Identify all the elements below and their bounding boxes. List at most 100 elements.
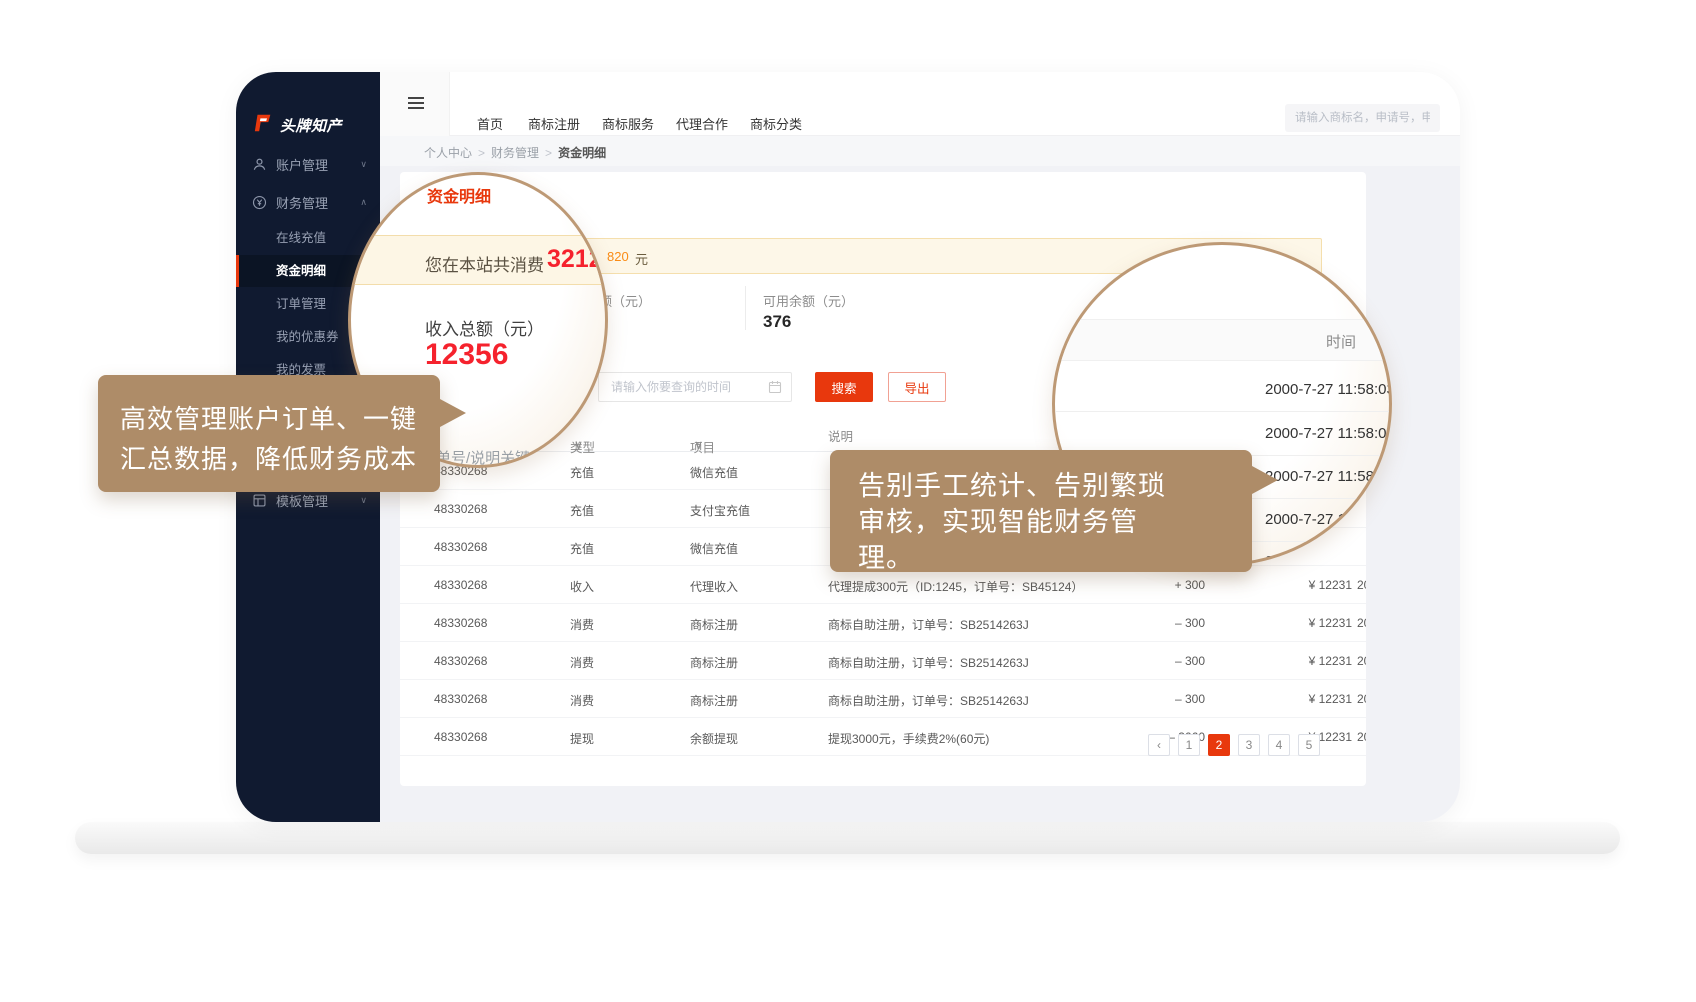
- laptop-base: [75, 822, 1620, 854]
- callout-text: 理。: [858, 536, 914, 575]
- sort-icon[interactable]: ∨: [694, 437, 703, 452]
- pagination-page-3[interactable]: 3: [1238, 734, 1260, 756]
- cell-project: 商标注册: [690, 616, 738, 633]
- chevron-down-icon: ∨: [360, 495, 367, 506]
- callout-right: 告别手工统计、告别繁琐 审核，实现智能财务管 理。: [830, 450, 1252, 572]
- cell-time: 2000-7-27 11:58:03: [1357, 616, 1366, 630]
- breadcrumb-current: 资金明细: [558, 146, 606, 160]
- search-input[interactable]: [1285, 104, 1440, 132]
- cell-project: 支付宝充值: [690, 502, 750, 519]
- cell-desc: 商标自助注册，订单号：SB2514263J: [828, 616, 1029, 633]
- nav-trademark-service[interactable]: 商标服务: [602, 114, 654, 133]
- callout-text: 高效管理账户订单、一键: [120, 399, 417, 436]
- cell-balance: ¥ 12231: [1230, 692, 1352, 706]
- cell-desc: 提现3000元，手续费2%(60元): [828, 730, 989, 747]
- lens-time-value: 2000-7-27 11:58:03: [1265, 425, 1392, 442]
- cell-amount: + 300: [1090, 578, 1205, 592]
- available-balance-value: 376: [763, 312, 791, 332]
- hamburger-icon: [408, 97, 424, 112]
- nav-trademark-register[interactable]: 商标注册: [528, 114, 580, 133]
- breadcrumb-separator: >: [545, 146, 552, 160]
- lens-time-value: 2000-7-27 11:58:03: [1265, 468, 1392, 485]
- lens-time-header: 时间: [1326, 331, 1356, 352]
- callout-text: 审核，实现智能财务管: [858, 500, 1138, 539]
- cell-balance: ¥ 12231: [1230, 616, 1352, 630]
- cell-time: 2000-7-27 11:58:03: [1357, 654, 1366, 668]
- cell-project: 微信充值: [690, 464, 738, 481]
- callout-text: 汇总数据，降低财务成本: [120, 439, 417, 476]
- nav-home[interactable]: 首页: [477, 114, 503, 133]
- cell-type: 充值: [570, 464, 594, 481]
- pagination-page-1[interactable]: 1: [1178, 734, 1200, 756]
- nav-trademark-class[interactable]: 商标分类: [750, 114, 802, 133]
- export-button[interactable]: 导出: [888, 372, 946, 402]
- cell-type: 收入: [570, 578, 594, 595]
- pagination-page-2-active[interactable]: 2: [1208, 734, 1230, 756]
- breadcrumb-separator: >: [478, 146, 485, 160]
- sidebar-item-account[interactable]: 账户管理 ∨: [236, 150, 380, 178]
- lens-notice-amount: 32124: [547, 245, 608, 274]
- breadcrumb-item[interactable]: 个人中心: [424, 146, 472, 160]
- sidebar-item-finance[interactable]: 财务管理 ∧: [236, 188, 380, 216]
- cell-order: 48330268: [434, 502, 487, 516]
- finance-icon: [252, 195, 267, 210]
- pagination-page-5[interactable]: 5: [1298, 734, 1320, 756]
- callout-left: 高效管理账户订单、一键 汇总数据，降低财务成本: [98, 375, 440, 492]
- user-icon: [252, 157, 267, 172]
- cell-order: 48330268: [434, 654, 487, 668]
- time-query-input[interactable]: [598, 372, 792, 402]
- cell-project: 商标注册: [690, 692, 738, 709]
- cell-project: 余额提现: [690, 730, 738, 747]
- cell-type: 提现: [570, 730, 594, 747]
- callout-arrow-icon: [1252, 466, 1278, 494]
- breadcrumb-item[interactable]: 财务管理: [491, 146, 539, 160]
- lens-income-value: 12356: [425, 338, 508, 372]
- cell-order: 48330268: [434, 578, 487, 592]
- available-balance-label: 可用余额（元）: [763, 291, 854, 310]
- callout-text: 告别手工统计、告别繁琐: [858, 464, 1166, 503]
- pagination-prev[interactable]: ‹: [1148, 734, 1170, 756]
- page: 头牌知产 账户管理 ∨ 财务管理 ∧: [0, 0, 1696, 1002]
- col-desc-header: 说明: [828, 426, 853, 445]
- sort-icon[interactable]: ∨: [574, 437, 583, 452]
- table-row: 48330268 消费 商标注册 商标自助注册，订单号：SB2514263J –…: [400, 642, 1366, 680]
- breadcrumb: 个人中心 > 财务管理 > 资金明细: [424, 144, 606, 161]
- cell-order: 48330268: [434, 692, 487, 706]
- logo-icon: [252, 112, 274, 139]
- cell-time: 2000-7-27 11:58:03: [1357, 578, 1366, 592]
- lens-time-value: 2000-7-27 11:58:03: [1265, 381, 1392, 398]
- cell-project: 微信充值: [690, 540, 738, 557]
- table-row: 48330268 消费 商标注册 商标自助注册，订单号：SB2514263J –…: [400, 604, 1366, 642]
- cell-desc: 代理提成300元（ID:1245，订单号：SB45124）: [828, 578, 1083, 595]
- pagination-page-4[interactable]: 4: [1268, 734, 1290, 756]
- cell-order: 48330268: [434, 540, 487, 554]
- sidebar-item-label: 模板管理: [276, 491, 360, 510]
- cell-type: 消费: [570, 692, 594, 709]
- menu-toggle-button[interactable]: [380, 72, 450, 136]
- lens-time-value: 2000-7-27 11:58:03: [1265, 511, 1392, 528]
- cell-type: 充值: [570, 502, 594, 519]
- topbar: 首页 商标注册 商标服务 代理合作 商标分类: [380, 72, 1460, 136]
- cell-project: 代理收入: [690, 578, 738, 595]
- app-logo: 头牌知产: [252, 112, 342, 139]
- cell-order: 48330268: [434, 616, 487, 630]
- cell-type: 充值: [570, 540, 594, 557]
- cell-amount: – 300: [1090, 692, 1205, 706]
- cell-amount: – 300: [1090, 616, 1205, 630]
- stats-divider: [745, 286, 746, 330]
- notice-amount-minor: 820: [607, 249, 629, 264]
- cell-desc: 商标自助注册，订单号：SB2514263J: [828, 692, 1029, 709]
- logo-text: 头牌知产: [280, 115, 342, 136]
- search-button[interactable]: 搜索: [815, 372, 873, 402]
- cell-project: 商标注册: [690, 654, 738, 671]
- calendar-icon[interactable]: [768, 380, 782, 399]
- callout-arrow-icon: [440, 399, 466, 427]
- cell-type: 消费: [570, 654, 594, 671]
- nav-agency[interactable]: 代理合作: [676, 114, 728, 133]
- cell-amount: – 300: [1090, 654, 1205, 668]
- template-icon: [252, 493, 267, 508]
- sidebar-item-label: 财务管理: [276, 193, 360, 212]
- sidebar-item-label: 账户管理: [276, 155, 360, 174]
- lens-row-divider: [1055, 411, 1389, 412]
- cell-time: 2000-7-27 11:58:03: [1357, 692, 1366, 706]
